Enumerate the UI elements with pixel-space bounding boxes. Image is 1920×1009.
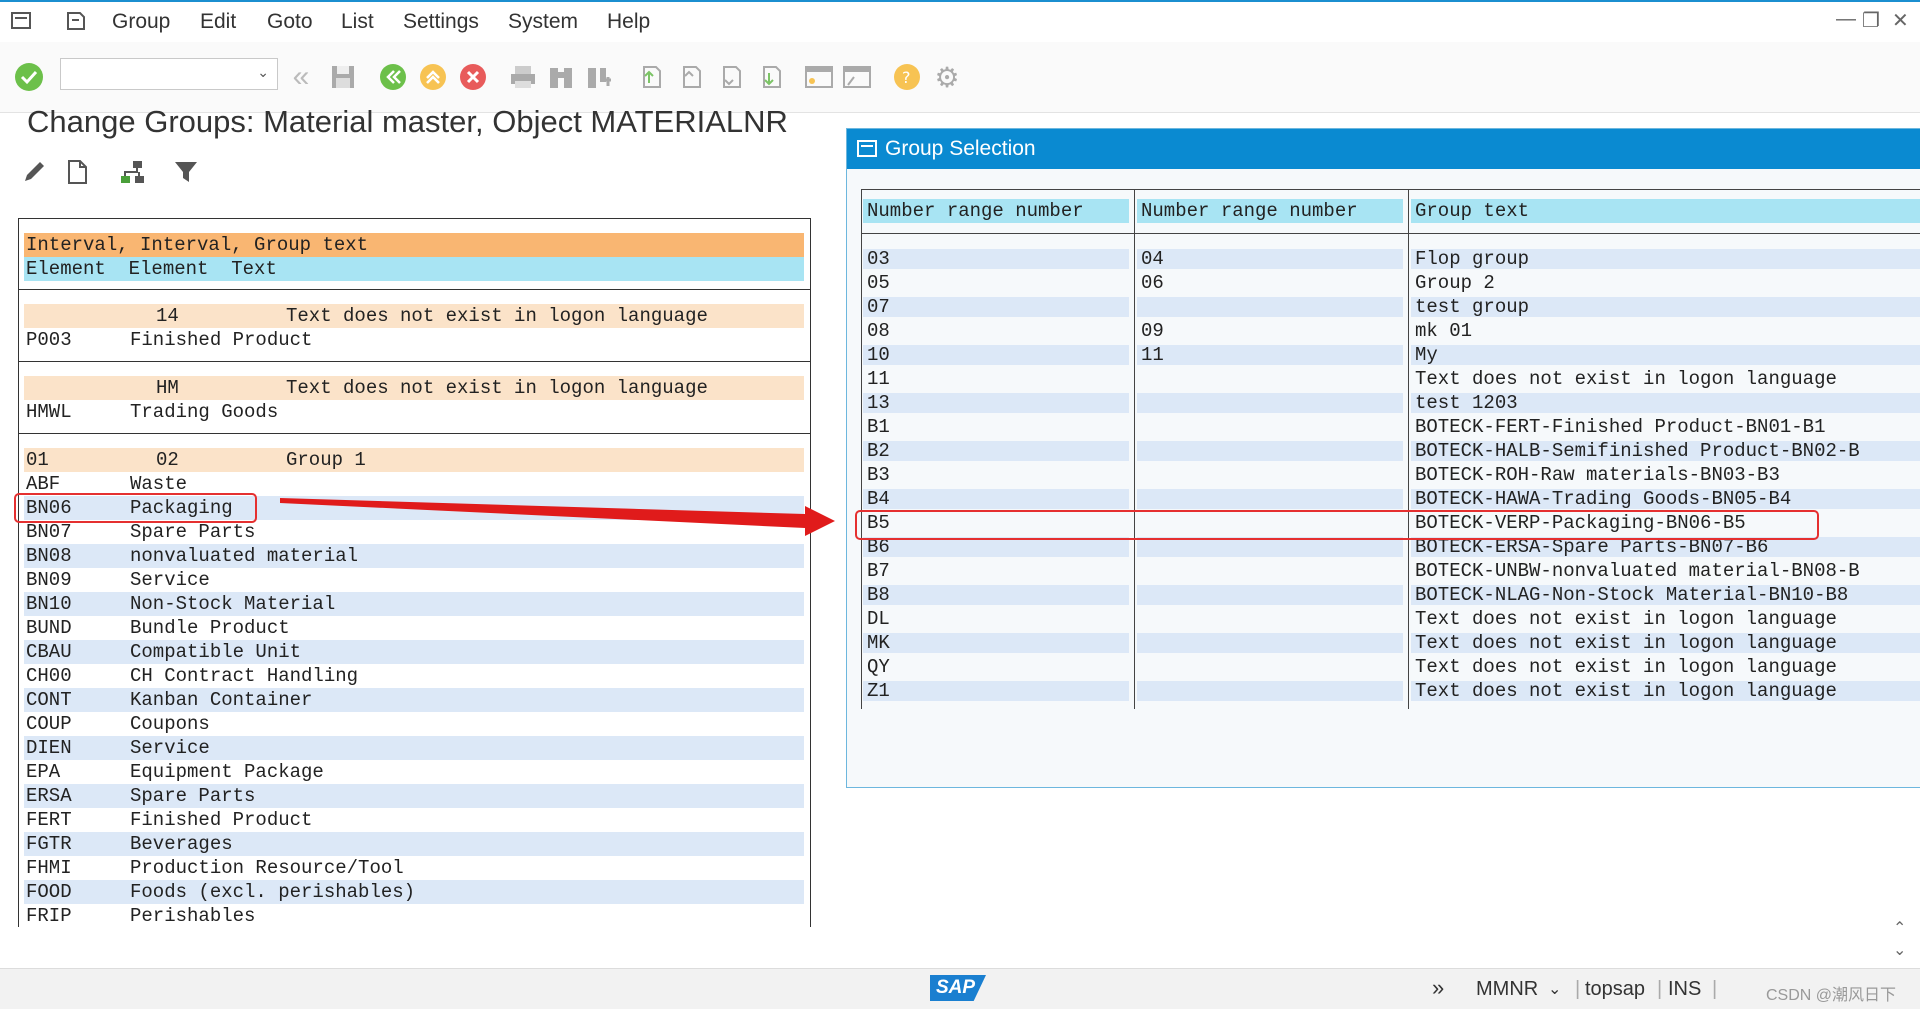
cell-to [1137,585,1403,605]
column-header-to[interactable]: Number range number [1137,199,1403,223]
cell-to: 11 [1137,345,1403,365]
input-mode[interactable]: INS [1668,978,1701,1001]
cell-text: BOTECK-FERT-Finished Product-BN01-B1 [1415,416,1826,438]
scroll-down-icon[interactable]: ⌄ [1893,940,1906,960]
column-header: Group text [1409,189,1920,231]
column-header: Number range number [861,189,1135,231]
scroll-up-icon[interactable]: ⌃ [1893,918,1906,938]
selection-table: Number range number Number range number … [861,189,1920,709]
column-header-from[interactable]: Number range number [863,199,1129,223]
cell-to [1137,489,1403,509]
chevron-down-icon[interactable]: ⌄ [1548,979,1561,999]
cell-text: test 1203 [1411,393,1920,413]
cell-text: test group [1411,297,1920,317]
column-header-group-text[interactable]: Group text [1411,199,1920,223]
cell-text: BOTECK-ROH-Raw materials-BN03-B3 [1415,464,1780,486]
cell-text: mk 01 [1415,320,1473,342]
cell-text: Text does not exist in logon language [1415,368,1837,390]
highlight-b5 [855,510,1819,540]
cell-from: MK [863,633,1129,653]
cell-to: 09 [1141,320,1164,342]
cell-text: Text does not exist in logon language [1415,656,1837,678]
cell-to [1137,369,1403,389]
cell-text: Text does not exist in logon language [1411,633,1920,653]
cell-text: BOTECK-HAWA-Trading Goods-BN05-B4 [1411,489,1920,509]
cell-text: Text does not exist in logon language [1411,681,1920,701]
group-selection-dialog: Group Selection Number range number Numb… [846,128,1920,788]
divider [1408,189,1409,709]
cell-to [1137,393,1403,413]
cell-from: 08 [867,320,890,342]
column-header: Number range number [1135,189,1409,231]
divider [861,233,1920,234]
cell-from: 07 [863,297,1129,317]
cell-text: Text does not exist in logon language [1415,608,1837,630]
cell-to [1137,465,1403,485]
cell-from: B6 [863,537,1129,557]
cell-to [1137,657,1403,677]
sap-logo-text: SAP [936,977,976,998]
cell-text: Group 2 [1415,272,1495,294]
cell-from: B1 [867,416,890,438]
cell-to: 04 [1137,249,1403,269]
watermark: CSDN @潮风日下 [1766,987,1897,1004]
cell-to [1137,633,1403,653]
cell-from: Z1 [863,681,1129,701]
cell-from: B2 [863,441,1129,461]
cell-from: QY [867,656,890,678]
server-name: topsap [1585,978,1646,1000]
cell-text: BOTECK-NLAG-Non-Stock Material-BN10-B8 [1411,585,1920,605]
divider: | [1575,978,1581,1000]
cell-from: 13 [863,393,1129,413]
expand-status-icon[interactable]: » [1432,975,1444,1001]
divider: | [1657,978,1663,1000]
cell-to [1137,609,1403,629]
cell-to [1137,297,1403,317]
cell-to [1137,537,1403,557]
transaction-code: MMNR [1476,978,1539,1000]
cell-from: DL [867,608,890,630]
cell-to [1137,441,1403,461]
cell-from: 05 [867,272,890,294]
divider [1134,189,1135,709]
cell-from: B4 [863,489,1129,509]
cell-text: BOTECK-ERSA-Spare Parts-BN07-B6 [1411,537,1920,557]
cell-to [1137,681,1403,701]
divider: | [1712,978,1718,1000]
cell-to [1137,417,1403,437]
cell-to: 06 [1141,272,1164,294]
cell-to [1137,561,1403,581]
dialog-title: Group Selection [885,137,1036,160]
dialog-title-bar: Group Selection [847,129,1920,169]
cell-from: 10 [863,345,1129,365]
cell-text: Flop group [1411,249,1920,269]
cell-from: B7 [867,560,890,582]
cell-from: B3 [867,464,890,486]
cell-text: My [1411,345,1920,365]
cell-from: B8 [863,585,1129,605]
cell-from: 11 [867,368,890,390]
cell-from: 03 [863,249,1129,269]
cell-text: BOTECK-UNBW-nonvaluated material-BN08-B [1415,560,1860,582]
status-bar: SAP » MMNR ⌄ | topsap | INS | CSDN @潮风日下 [0,968,1920,1009]
cell-text: BOTECK-HALB-Semifinished Product-BN02-B [1411,441,1920,461]
dialog-icon [857,139,879,165]
sap-logo: SAP [930,975,986,1001]
divider [861,189,862,709]
